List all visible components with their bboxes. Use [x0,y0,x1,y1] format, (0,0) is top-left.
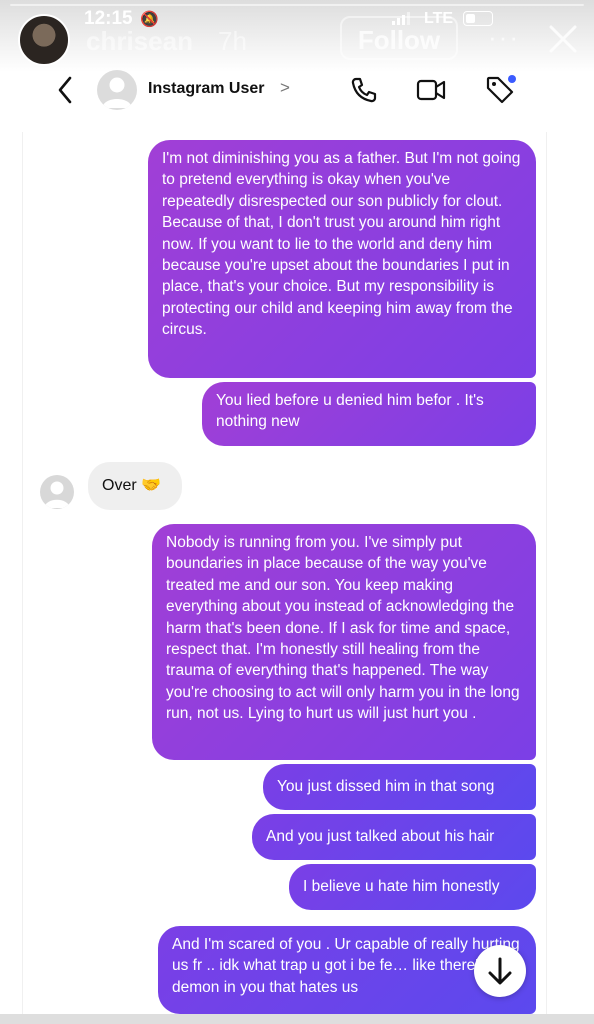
message-text: Over 🤝 [102,477,162,494]
close-icon[interactable] [546,22,580,56]
contact-avatar[interactable] [97,70,137,110]
message-bubble-outgoing[interactable]: You just dissed him in that song [263,764,536,810]
contact-name[interactable]: Instagram User [148,80,265,98]
notification-dot [508,75,516,83]
message-bubble-outgoing[interactable]: You lied before u denied him befor . It'… [202,382,536,446]
message-bubble-outgoing[interactable]: Nobody is running from you. I've simply … [152,524,536,760]
message-text: And you just talked about his hair [266,828,495,845]
story-progress-bar [10,4,584,6]
clock: 12:15 [84,8,133,29]
message-text: I believe u hate him honestly [303,878,500,895]
back-chevron-icon[interactable] [54,74,78,106]
sender-avatar[interactable] [40,475,74,509]
composer-edge [0,1014,594,1024]
message-text: You lied before u denied him befor . It'… [216,392,484,431]
message-text: Nobody is running from you. I've simply … [166,534,520,723]
story-author-avatar[interactable] [18,14,70,66]
divider [546,132,547,1024]
message-bubble-outgoing[interactable]: And you just talked about his hair [252,814,536,860]
divider [22,132,23,1024]
more-options-icon[interactable]: ··· [488,22,520,53]
scroll-to-bottom-button[interactable] [474,945,526,997]
message-bubble-outgoing[interactable]: I'm not diminishing you as a father. But… [148,140,536,378]
message-bubble-outgoing[interactable]: I believe u hate him honestly [289,864,536,910]
dm-header: Instagram User > [0,62,594,122]
video-camera-icon[interactable] [416,76,446,104]
message-text: You just dissed him in that song [277,778,495,795]
message-bubble-incoming[interactable]: Over 🤝 [88,462,182,510]
dm-screen: Instagram User > I'm not diminishing you… [0,0,594,1024]
follow-button[interactable]: Follow [340,16,458,60]
arrow-down-icon [488,957,512,985]
default-avatar-icon [44,481,70,508]
default-avatar-icon [102,77,132,108]
chevron-right-icon[interactable]: > [280,78,290,98]
silent-bell-icon: 🔕 [140,11,159,28]
message-text: And I'm scared of you . Ur capable of re… [172,936,520,996]
message-text: I'm not diminishing you as a father. But… [162,150,521,339]
phone-icon[interactable] [350,76,378,104]
